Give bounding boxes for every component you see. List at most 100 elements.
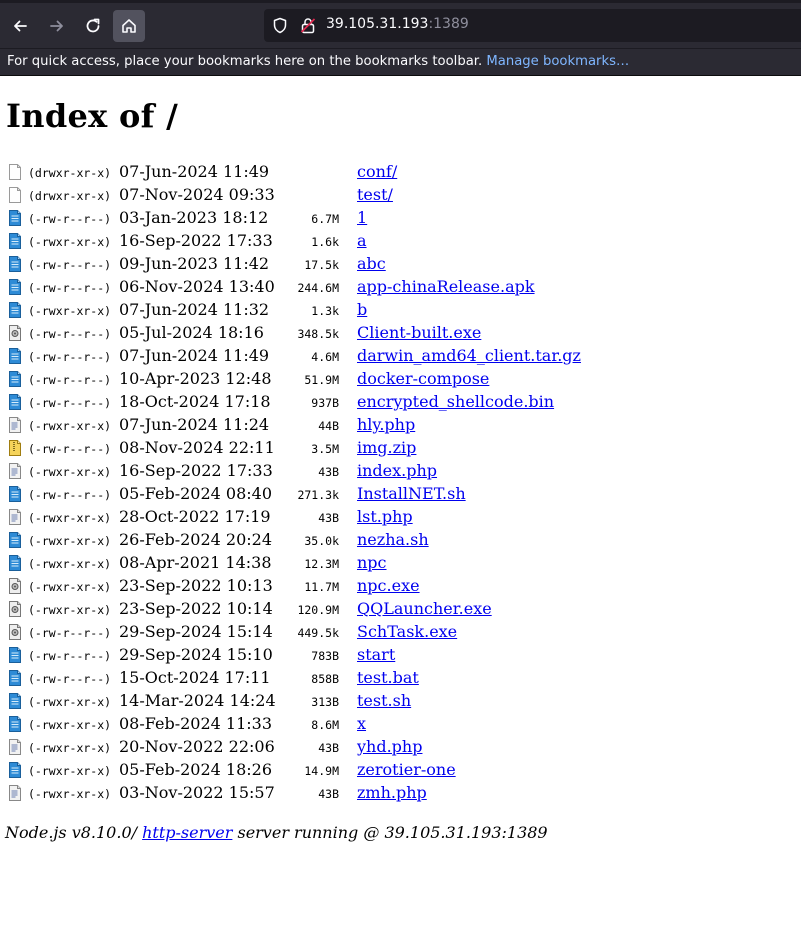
url-host: 39.105.31.193 xyxy=(326,16,429,32)
folder-icon xyxy=(9,164,21,180)
file-link[interactable]: InstallNET.sh xyxy=(357,484,466,503)
window-edge xyxy=(0,0,801,3)
file-icon xyxy=(9,233,21,249)
exe-icon xyxy=(9,601,21,617)
php-icon xyxy=(9,509,21,525)
file-size: 1.3k xyxy=(311,304,339,318)
file-permissions: (-rw-r--r--) xyxy=(28,442,112,456)
file-link[interactable]: darwin_amd64_client.tar.gz xyxy=(357,346,581,365)
file-modified-date: 29-Sep-2024 15:14 xyxy=(119,622,273,641)
file-permissions: (-rwxr-xr-x) xyxy=(28,534,112,548)
http-server-link[interactable]: http-server xyxy=(142,823,232,842)
file-permissions: (-rwxr-xr-x) xyxy=(28,557,112,571)
exe-icon xyxy=(9,578,21,594)
file-link[interactable]: test.bat xyxy=(357,668,419,687)
file-link[interactable]: test/ xyxy=(357,185,393,204)
file-icon xyxy=(9,716,21,732)
forward-arrow-icon xyxy=(50,20,63,32)
file-link[interactable]: index.php xyxy=(357,461,437,480)
file-size: 937B xyxy=(311,396,339,410)
url-port: :1389 xyxy=(428,16,469,32)
file-permissions: (-rw-r--r--) xyxy=(28,488,112,502)
file-link[interactable]: a xyxy=(357,231,367,250)
file-size: 449.5k xyxy=(297,626,339,640)
file-link[interactable]: x xyxy=(357,714,366,733)
bookmarks-hint: For quick access, place your bookmarks h… xyxy=(7,54,483,69)
file-modified-date: 29-Sep-2024 15:10 xyxy=(119,645,273,664)
file-size: 43B xyxy=(318,787,339,801)
url-text[interactable]: 39.105.31.193:1389 xyxy=(326,16,469,32)
file-size: 17.5k xyxy=(304,258,339,272)
file-link[interactable]: SchTask.exe xyxy=(357,622,457,641)
file-modified-date: 05-Feb-2024 08:40 xyxy=(119,484,273,503)
file-link[interactable]: abc xyxy=(357,254,386,273)
browser-toolbar: 39.105.31.193:1389 xyxy=(0,0,801,48)
file-row: (-rw-r--r--) 09-Jun-2023 11:42 17.5k abc xyxy=(0,253,801,276)
file-row: (drwxr-xr-x) 07-Nov-2024 09:33 test/ xyxy=(0,184,801,207)
file-row: (-rw-r--r--) 29-Sep-2024 15:10 783B start xyxy=(0,644,801,667)
manage-bookmarks-link[interactable]: Manage bookmarks… xyxy=(486,54,629,69)
file-size: 783B xyxy=(311,649,339,663)
file-link[interactable]: npc.exe xyxy=(357,576,420,595)
file-link[interactable]: 1 xyxy=(357,208,367,227)
php-icon xyxy=(9,739,21,755)
zip-icon xyxy=(9,440,21,456)
file-link[interactable]: test.sh xyxy=(357,691,411,710)
reload-button[interactable] xyxy=(77,10,109,42)
file-modified-date: 08-Feb-2024 11:33 xyxy=(119,714,273,733)
file-link[interactable]: app-chinaRelease.apk xyxy=(357,277,535,296)
insecure-lock-icon[interactable] xyxy=(300,17,316,34)
file-link[interactable]: start xyxy=(357,645,395,664)
shield-icon[interactable] xyxy=(272,17,288,34)
file-modified-date: 05-Feb-2024 18:26 xyxy=(119,760,273,779)
file-modified-date: 05-Jul-2024 18:16 xyxy=(119,323,264,342)
file-link[interactable]: npc xyxy=(357,553,387,572)
file-link[interactable]: zmh.php xyxy=(357,783,427,802)
file-icon xyxy=(9,348,21,364)
file-row: (-rwxr-xr-x) 16-Sep-2022 17:33 43B index.ph… xyxy=(0,460,801,483)
file-icon xyxy=(9,555,21,571)
file-size: 12.3M xyxy=(304,557,339,571)
file-link[interactable]: lst.php xyxy=(357,507,413,526)
file-link[interactable]: encrypted_shellcode.bin xyxy=(357,392,554,411)
file-modified-date: 09-Jun-2023 11:42 xyxy=(119,254,270,273)
home-button[interactable] xyxy=(113,10,145,42)
file-permissions: (-rw-r--r--) xyxy=(28,327,112,341)
file-link[interactable]: b xyxy=(357,300,367,319)
file-permissions: (drwxr-xr-x) xyxy=(28,166,112,180)
file-link[interactable]: zerotier-one xyxy=(357,760,456,779)
file-row: (-rwxr-xr-x) 07-Jun-2024 11:24 44B hly.php xyxy=(0,414,801,437)
file-link[interactable]: docker-compose xyxy=(357,369,489,388)
file-modified-date: 07-Jun-2024 11:49 xyxy=(119,346,270,365)
file-modified-date: 07-Jun-2024 11:24 xyxy=(119,415,270,434)
file-size: 3.5M xyxy=(311,442,339,456)
file-icon xyxy=(9,693,21,709)
file-link[interactable]: conf/ xyxy=(357,162,397,181)
file-link[interactable]: img.zip xyxy=(357,438,416,457)
file-permissions: (-rw-r--r--) xyxy=(28,373,112,387)
address-bar[interactable]: 39.105.31.193:1389 xyxy=(264,9,801,42)
file-link[interactable]: yhd.php xyxy=(357,737,422,756)
server-footer: Node.js v8.10.0/ http-server server runn… xyxy=(5,823,548,842)
home-icon xyxy=(122,19,136,33)
file-permissions: (-rwxr-xr-x) xyxy=(28,465,112,479)
file-row: (-rw-r--r--) 29-Sep-2024 15:14 449.5k SchTa… xyxy=(0,621,801,644)
file-modified-date: 20-Nov-2022 22:06 xyxy=(119,737,275,756)
back-button[interactable] xyxy=(4,10,36,42)
forward-button[interactable] xyxy=(41,10,73,42)
file-row: (-rw-r--r--) 05-Feb-2024 08:40 271.3k Insta… xyxy=(0,483,801,506)
file-link[interactable]: nezha.sh xyxy=(357,530,429,549)
file-permissions: (-rw-r--r--) xyxy=(28,672,112,686)
file-row: (-rwxr-xr-x) 03-Nov-2022 15:57 43B zmh.php xyxy=(0,782,801,805)
file-icon xyxy=(9,647,21,663)
file-icon xyxy=(9,670,21,686)
file-size: 1.6k xyxy=(311,235,339,249)
file-size: 43B xyxy=(318,465,339,479)
file-link[interactable]: QQLauncher.exe xyxy=(357,599,492,618)
file-link[interactable]: hly.php xyxy=(357,415,415,434)
file-link[interactable]: Client-built.exe xyxy=(357,323,481,342)
file-modified-date: 23-Sep-2022 10:14 xyxy=(119,599,273,618)
file-row: (-rwxr-xr-x) 23-Sep-2022 10:13 11.7M npc.ex… xyxy=(0,575,801,598)
file-size: 858B xyxy=(311,672,339,686)
file-permissions: (-rw-r--r--) xyxy=(28,396,112,410)
